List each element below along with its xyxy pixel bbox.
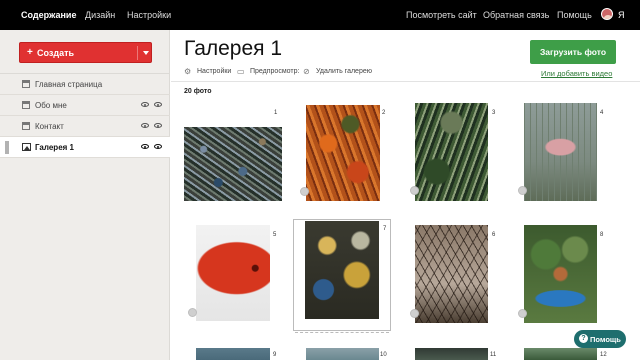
- create-button-label: Создать: [37, 48, 75, 58]
- avatar[interactable]: [601, 8, 613, 20]
- gallery-photo-12[interactable]: 12: [518, 346, 608, 360]
- gear-icon[interactable]: ⚙: [184, 67, 191, 76]
- sidebar-item-label: Галерея 1: [35, 143, 74, 152]
- gallery-photo-7[interactable]: 7: [293, 219, 391, 339]
- photo-thumbnail[interactable]: [184, 127, 282, 201]
- select-handle[interactable]: [518, 186, 527, 195]
- gallery-photo-8[interactable]: 8: [518, 222, 608, 323]
- nav-help[interactable]: Помощь: [557, 10, 592, 20]
- gallery-icon: [22, 143, 31, 151]
- select-handle[interactable]: [300, 187, 309, 196]
- eye-icon[interactable]: [141, 144, 149, 149]
- plus-icon: +: [27, 47, 33, 58]
- eye-icon[interactable]: [154, 123, 162, 128]
- top-navigation-bar: Содержание Дизайн Настройки Посмотреть с…: [0, 0, 640, 30]
- gallery-photo-4[interactable]: 4: [518, 103, 608, 203]
- select-handle[interactable]: [188, 308, 197, 317]
- nav-feedback[interactable]: Обратная связь: [483, 10, 549, 20]
- photo-thumbnail[interactable]: [415, 348, 488, 360]
- photo-number: 2: [382, 110, 386, 116]
- photo-thumbnail[interactable]: [415, 225, 488, 323]
- add-video-link[interactable]: Или добавить видео: [541, 69, 612, 78]
- sidebar-item-contact[interactable]: Контакт: [0, 116, 170, 137]
- page-icon: [22, 80, 30, 88]
- toolbar-divider: [171, 81, 640, 82]
- photo-count: 20 фото: [184, 88, 212, 95]
- nav-content[interactable]: Содержание: [21, 10, 76, 20]
- drag-handle-icon[interactable]: [5, 141, 9, 154]
- photo-thumbnail[interactable]: [524, 348, 597, 360]
- gallery-photo-10[interactable]: 10: [300, 346, 390, 360]
- photo-number: 6: [492, 232, 496, 238]
- toolbar-delete-gallery[interactable]: Удалить галерею: [316, 68, 372, 75]
- user-name[interactable]: Я: [618, 10, 625, 20]
- question-icon: ?: [579, 334, 588, 343]
- delete-icon[interactable]: ⊘: [303, 67, 310, 76]
- photo-number: 5: [273, 232, 277, 238]
- photo-thumbnail[interactable]: [524, 225, 597, 323]
- gallery-photo-3[interactable]: 3: [410, 103, 500, 203]
- sidebar-item-label: Контакт: [35, 122, 64, 131]
- photo-number: 12: [600, 352, 607, 358]
- upload-photo-button[interactable]: Загрузить фото: [530, 40, 616, 64]
- gallery-photo-5[interactable]: 5: [188, 222, 280, 322]
- sidebar-item-about[interactable]: Обо мне: [0, 95, 170, 116]
- page-icon: [22, 122, 30, 130]
- photo-thumbnail[interactable]: [196, 348, 270, 360]
- page-title: Галерея 1: [184, 37, 283, 60]
- photo-number: 4: [600, 110, 604, 116]
- select-handle[interactable]: [410, 186, 419, 195]
- gallery-photo-9[interactable]: 9: [190, 346, 280, 360]
- photo-number: 8: [600, 232, 604, 238]
- preview-icon[interactable]: ▭: [237, 67, 245, 76]
- photo-number: 1: [274, 110, 278, 116]
- sidebar-item-label: Обо мне: [35, 101, 67, 110]
- eye-icon[interactable]: [141, 102, 149, 107]
- chevron-down-icon[interactable]: [143, 51, 149, 55]
- eye-icon[interactable]: [154, 144, 162, 149]
- eye-icon[interactable]: [141, 123, 149, 128]
- photo-thumbnail[interactable]: [306, 105, 380, 201]
- photo-number: 10: [380, 352, 387, 358]
- photo-thumbnail[interactable]: [415, 103, 488, 201]
- photo-number: 7: [383, 226, 387, 232]
- toolbar-settings[interactable]: Настройки: [197, 68, 231, 75]
- drop-indicator: [295, 332, 389, 333]
- photo-number: 3: [492, 110, 496, 116]
- eye-icon[interactable]: [154, 102, 162, 107]
- gallery-photo-11[interactable]: 11: [410, 346, 500, 360]
- photo-thumbnail[interactable]: [196, 225, 270, 321]
- create-button[interactable]: + Создать: [19, 42, 152, 63]
- sidebar-item-home[interactable]: Главная страница: [0, 74, 170, 95]
- gallery-photo-6[interactable]: 6: [410, 222, 500, 323]
- photo-number: 11: [490, 352, 497, 358]
- photo-thumbnail[interactable]: [305, 221, 379, 319]
- create-button-divider: [137, 46, 138, 60]
- nav-settings[interactable]: Настройки: [127, 10, 171, 20]
- help-button-label: Помощь: [590, 335, 621, 344]
- sidebar: + Создать Главная страница Обо мне Конта…: [0, 30, 170, 360]
- photo-number: 9: [273, 352, 277, 358]
- gallery-photo-2[interactable]: 2: [300, 105, 390, 205]
- select-handle[interactable]: [410, 309, 419, 318]
- select-handle[interactable]: [518, 309, 527, 318]
- nav-design[interactable]: Дизайн: [85, 10, 115, 20]
- photo-thumbnail[interactable]: [524, 103, 597, 201]
- help-button[interactable]: ? Помощь: [574, 330, 626, 348]
- page-icon: [22, 101, 30, 109]
- photo-thumbnail[interactable]: [306, 348, 379, 360]
- nav-view-site[interactable]: Посмотреть сайт: [406, 10, 477, 20]
- sidebar-item-label: Главная страница: [35, 80, 103, 89]
- gallery-photo-1[interactable]: 1: [184, 105, 290, 205]
- toolbar-preview[interactable]: Предпросмотр:: [250, 68, 299, 75]
- sidebar-item-gallery[interactable]: Галерея 1: [0, 137, 170, 158]
